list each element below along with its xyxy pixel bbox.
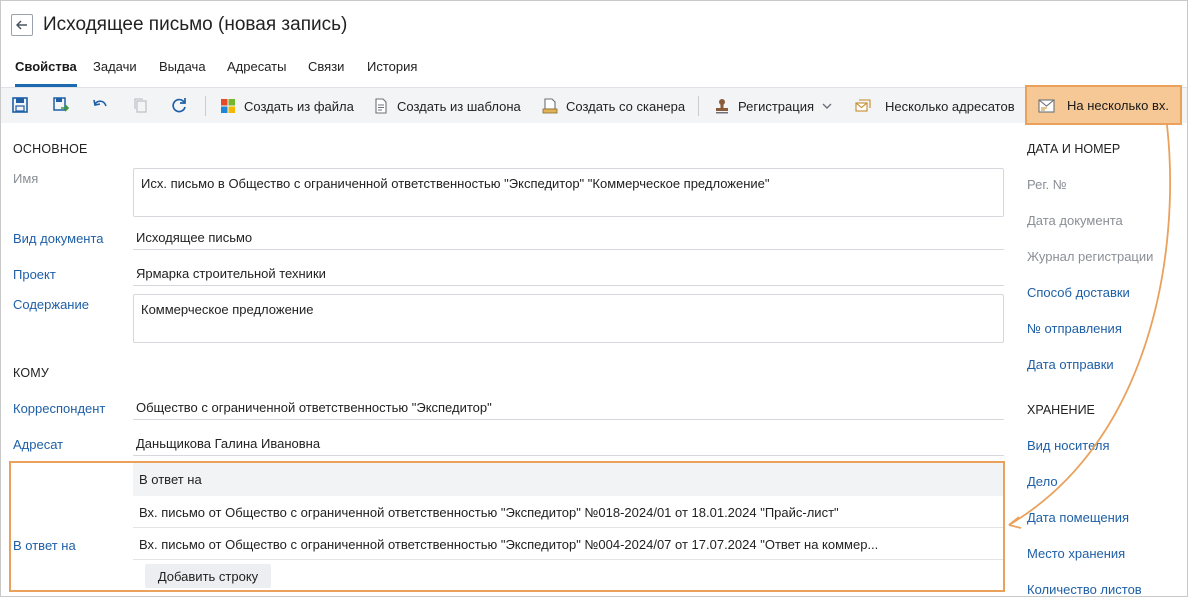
create-from-template-label: Создать из шаблона (397, 98, 521, 114)
media-type-link[interactable]: Вид носителя (1027, 438, 1110, 453)
addressee-label[interactable]: Адресат (13, 437, 63, 452)
doc-type-field[interactable]: Исходящее письмо (133, 228, 1004, 250)
windows-logo-icon (221, 99, 235, 113)
section-title-to: КОМУ (13, 366, 50, 380)
in-reply-label[interactable]: В ответ на (13, 538, 76, 553)
project-field[interactable]: Ярмарка строительной техники (133, 264, 1004, 286)
several-incoming-label: На несколько вх. (1067, 98, 1169, 113)
refresh-icon[interactable] (170, 96, 188, 114)
storage-place-link[interactable]: Место хранения (1027, 546, 1125, 561)
tab-properties[interactable]: Свойства (15, 57, 77, 87)
tab-history[interactable]: История (367, 57, 417, 87)
scanner-icon (542, 98, 558, 114)
create-from-file-button[interactable]: Создать из файла (220, 88, 354, 124)
page-title: Исходящее письмо (новая запись) (43, 14, 348, 35)
envelope-reply-icon (1038, 99, 1055, 113)
create-from-file-label: Создать из файла (244, 98, 354, 114)
sheet-count-link[interactable]: Количество листов (1027, 582, 1142, 596)
tab-addressees[interactable]: Адресаты (227, 57, 286, 87)
doc-date-label: Дата документа (1027, 213, 1123, 228)
content-label[interactable]: Содержание (13, 297, 89, 312)
window: Исходящее письмо (новая запись) Свойства… (0, 0, 1188, 597)
save-and-close-icon[interactable] (52, 96, 70, 114)
back-button[interactable] (11, 14, 33, 36)
create-from-scanner-label: Создать со сканера (566, 98, 686, 114)
tab-issuance[interactable]: Выдача (159, 57, 206, 87)
delivery-method-link[interactable]: Способ доставки (1027, 285, 1130, 300)
tab-links[interactable]: Связи (308, 57, 344, 87)
several-incoming-button[interactable]: На несколько вх. (1025, 85, 1182, 125)
document-icon (375, 98, 387, 114)
tab-bar: Свойства Задачи Выдача Адресаты Связи Ис… (1, 57, 1187, 87)
section-title-storage: ХРАНЕНИЕ (1027, 403, 1095, 417)
arrow-left-icon (16, 20, 27, 30)
doc-type-label[interactable]: Вид документа (13, 231, 104, 246)
several-addressees-button[interactable]: Несколько адресатов (855, 88, 1015, 124)
stamp-icon (716, 99, 728, 114)
multiple-envelopes-icon (855, 99, 871, 112)
name-field[interactable]: Исх. письмо в Общество с ограниченной от… (133, 168, 1004, 217)
toolbar: Создать из файла Создать из шаблона Созд… (1, 87, 1187, 123)
table-row[interactable]: Вх. письмо от Общество с ограниченной от… (133, 529, 1003, 560)
correspondent-label[interactable]: Корреспондент (13, 401, 105, 416)
dispatch-date-link[interactable]: Дата отправки (1027, 357, 1114, 372)
name-label: Имя (13, 171, 39, 186)
section-title-basic: ОСНОВНОЕ (13, 142, 88, 156)
reg-journal-label: Журнал регистрации (1027, 249, 1154, 264)
addressee-field[interactable]: Даньщикова Галина Ивановна (133, 434, 1004, 456)
header: Исходящее письмо (новая запись) Свойства… (1, 1, 1187, 87)
copy-icon[interactable] (131, 96, 149, 114)
table-row[interactable]: Вх. письмо от Общество с ограниченной от… (133, 497, 1003, 528)
registration-label: Регистрация (738, 98, 814, 114)
add-row-button[interactable]: Добавить строку (145, 564, 271, 588)
tab-tasks[interactable]: Задачи (93, 57, 137, 87)
case-link[interactable]: Дело (1027, 474, 1058, 489)
save-icon[interactable] (11, 96, 29, 114)
create-from-scanner-button[interactable]: Создать со сканера (542, 88, 685, 124)
chevron-down-icon (822, 103, 832, 109)
create-from-template-button[interactable]: Создать из шаблона (373, 88, 521, 124)
reg-number-label: Рег. № (1027, 177, 1067, 192)
content-field[interactable]: Коммерческое предложение (133, 294, 1004, 343)
several-addressees-label: Несколько адресатов (885, 98, 1015, 114)
toolbar-separator (698, 96, 699, 116)
registration-dropdown[interactable]: Регистрация (714, 88, 832, 124)
correspondent-field[interactable]: Общество с ограниченной ответственностью… (133, 398, 1004, 420)
project-label[interactable]: Проект (13, 267, 56, 282)
in-reply-table-header: В ответ на (133, 463, 1003, 496)
undo-icon[interactable] (91, 96, 109, 114)
section-title-date-number: ДАТА И НОМЕР (1027, 142, 1121, 156)
dispatch-number-link[interactable]: № отправления (1027, 321, 1122, 336)
toolbar-separator (205, 96, 206, 116)
placement-date-link[interactable]: Дата помещения (1027, 510, 1129, 525)
